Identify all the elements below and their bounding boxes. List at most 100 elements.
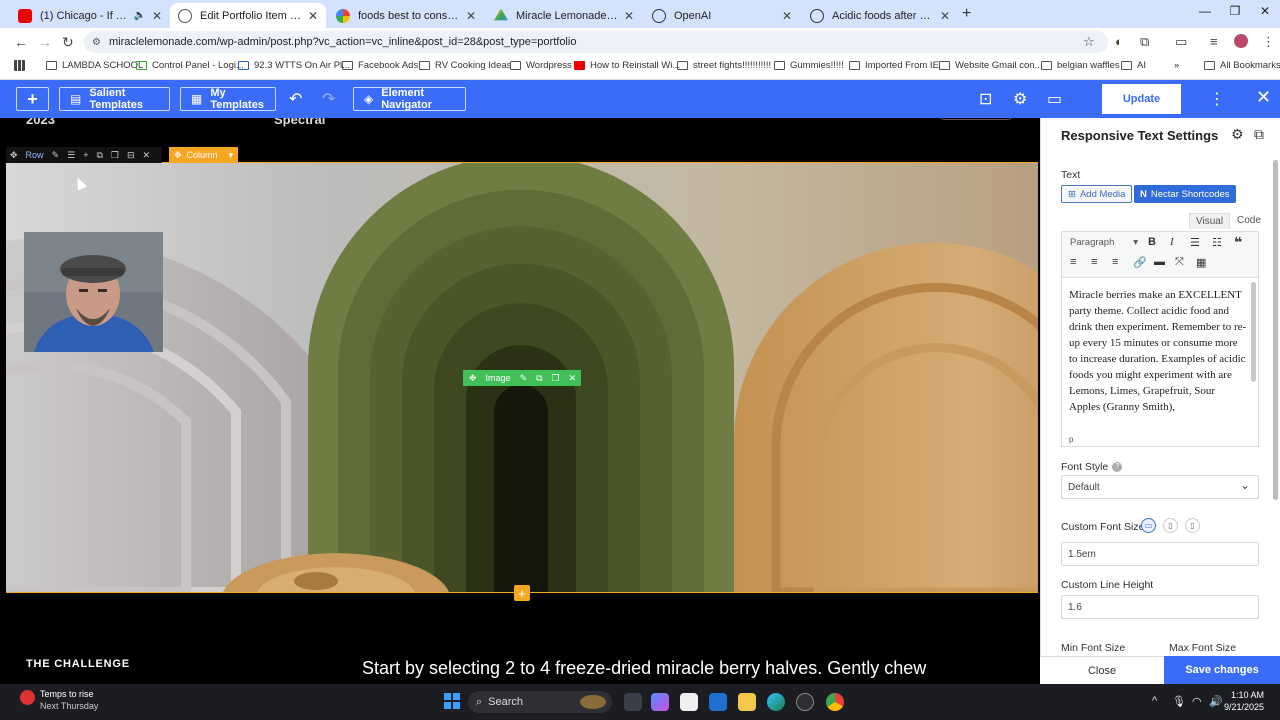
bookmark-item[interactable]: street fights!!!!!!!!!!!: [677, 60, 771, 71]
nectar-shortcodes-button[interactable]: N Nectar Shortcodes: [1134, 185, 1236, 203]
font-style-select[interactable]: Default: [1061, 475, 1259, 499]
clone-icon[interactable]: ⧉: [536, 373, 542, 384]
redo-icon[interactable]: ↷: [322, 89, 335, 109]
italic-icon[interactable]: I: [1170, 236, 1174, 248]
edge-icon[interactable]: [767, 693, 785, 711]
chatgpt-icon[interactable]: [796, 693, 814, 711]
paste-icon[interactable]: ⊟: [127, 150, 135, 161]
undo-icon[interactable]: ↶: [289, 89, 302, 109]
cast-icon[interactable]: ▭: [1175, 34, 1187, 50]
wifi-icon[interactable]: ◠: [1192, 695, 1202, 708]
windows-start-icon[interactable]: [444, 693, 460, 709]
text-editor[interactable]: Paragraph B I ☰ ☷ ❝ ≡ ≡ ≡ 🔗 ▬ ⤧ ▦ Miracl…: [1061, 231, 1259, 447]
more-options-icon[interactable]: ⋮: [1209, 89, 1225, 109]
bookmark-item[interactable]: How to Reinstall Wi...: [574, 60, 680, 71]
update-button[interactable]: Update: [1102, 84, 1181, 114]
apps-grid-icon[interactable]: [14, 60, 30, 71]
bookmark-item[interactable]: Gummies!!!!!: [774, 60, 844, 71]
row-layout-icon[interactable]: ☰: [67, 150, 75, 161]
file-explorer-icon[interactable]: [738, 693, 756, 711]
my-templates-button[interactable]: ▦ My Templates: [180, 87, 276, 111]
add-media-button[interactable]: ⊞ Add Media: [1061, 185, 1133, 203]
add-icon[interactable]: +: [83, 150, 88, 160]
close-tab-icon[interactable]: ✕: [308, 9, 318, 23]
tablet-device-icon[interactable]: ▯: [1163, 518, 1178, 533]
column-controls[interactable]: ✥ Column ▾: [169, 147, 238, 163]
bookmark-item[interactable]: Facebook Ads: [342, 60, 418, 71]
bookmark-item[interactable]: RV Cooking Ideas: [419, 60, 511, 71]
chrome-icon[interactable]: [826, 693, 844, 711]
mail-icon[interactable]: [709, 693, 727, 711]
tab-acidic-foods[interactable]: Acidic foods after berries ✕: [802, 3, 958, 28]
settings-gear-icon[interactable]: ⚙: [1013, 89, 1027, 109]
bulleted-list-icon[interactable]: ☰: [1190, 236, 1200, 249]
align-center-icon[interactable]: ≡: [1091, 256, 1097, 268]
move-icon[interactable]: ✥: [174, 150, 182, 161]
close-tab-icon[interactable]: ✕: [940, 9, 950, 23]
close-tab-icon[interactable]: ✕: [782, 9, 792, 23]
close-tab-icon[interactable]: ✕: [624, 9, 634, 23]
move-icon[interactable]: ✥: [10, 150, 18, 161]
bookmark-item[interactable]: AI: [1121, 60, 1146, 71]
numbered-list-icon[interactable]: ☷: [1212, 236, 1222, 249]
close-button[interactable]: Close: [1040, 656, 1164, 684]
editor-content[interactable]: Miracle berries make an EXCELLENT party …: [1062, 279, 1248, 435]
link-icon[interactable]: 🔗: [1133, 256, 1147, 269]
bookmark-item[interactable]: belgian waffles: [1041, 60, 1120, 71]
store-icon[interactable]: [680, 693, 698, 711]
seo-chart-icon[interactable]: ⊡: [979, 89, 992, 109]
speaker-icon[interactable]: 🔈: [133, 10, 145, 21]
responsive-preview-icon[interactable]: ▭: [1047, 89, 1062, 109]
add-element-below-button[interactable]: +: [514, 585, 530, 601]
restore-icon[interactable]: ❐: [1220, 4, 1250, 18]
minimize-icon[interactable]: —: [1190, 4, 1220, 18]
move-icon[interactable]: ✥: [469, 373, 477, 384]
tab-miracle-lemonade-drive[interactable]: Miracle Lemonade - Google Dr ✕: [486, 3, 642, 28]
add-element-button[interactable]: +: [16, 87, 49, 111]
address-bar[interactable]: ⚙ miraclelemonade.com/wp-admin/post.php?…: [84, 31, 1108, 53]
back-icon[interactable]: ←: [14, 34, 28, 50]
more-bookmarks-icon[interactable]: »: [1174, 60, 1179, 71]
tab-youtube-chicago[interactable]: (1) Chicago - If You Leave M 🔈 ✕: [10, 3, 170, 28]
element-navigator-button[interactable]: ◈ Element Navigator: [353, 87, 466, 111]
delete-icon[interactable]: ✕: [569, 373, 577, 384]
all-bookmarks[interactable]: All Bookmarks: [1204, 60, 1280, 71]
bookmark-item[interactable]: Control Panel - Logi...: [136, 60, 244, 71]
clone-icon[interactable]: ⧉: [96, 150, 102, 161]
minimize-panel-icon[interactable]: ⧉: [1254, 126, 1264, 143]
profile-avatar-icon[interactable]: [1234, 34, 1248, 48]
new-tab-icon[interactable]: +: [962, 5, 971, 23]
align-left-icon[interactable]: ≡: [1070, 256, 1076, 268]
tray-chevron-icon[interactable]: ^: [1152, 695, 1157, 707]
align-right-icon[interactable]: ≡: [1112, 256, 1118, 268]
bookmark-item[interactable]: Imported From IE: [849, 60, 939, 71]
desktop-device-icon[interactable]: ▭: [1141, 518, 1156, 533]
panel-scrollbar[interactable]: [1273, 160, 1278, 500]
close-editor-icon[interactable]: ✕: [1256, 87, 1271, 108]
save-changes-button[interactable]: Save changes: [1164, 656, 1280, 684]
delete-icon[interactable]: ✕: [143, 150, 151, 161]
weather-widget[interactable]: Temps to rise Next Thursday: [20, 688, 98, 712]
site-info-icon[interactable]: ⚙: [92, 37, 101, 48]
blockquote-icon[interactable]: ❝: [1234, 234, 1242, 251]
close-window-icon[interactable]: ✕: [1250, 4, 1280, 18]
toolbar-toggle-icon[interactable]: ▦: [1196, 256, 1206, 269]
tab-edit-portfolio[interactable]: Edit Portfolio Item with WPBak ✕: [170, 3, 326, 28]
bookmark-item[interactable]: Wordpress: [510, 60, 572, 71]
copy-icon[interactable]: ❐: [111, 150, 119, 161]
bookmark-item[interactable]: LAMBDA SCHOOL: [46, 60, 143, 71]
copy-icon[interactable]: ❐: [552, 373, 560, 384]
clock[interactable]: 1:10 AM 9/21/2025: [1224, 689, 1264, 713]
custom-line-height-input[interactable]: 1.6: [1061, 595, 1259, 619]
forward-icon[interactable]: →: [38, 34, 52, 50]
extensions-puzzle-icon[interactable]: ⧉: [1140, 34, 1149, 50]
read-more-icon[interactable]: ▬: [1154, 256, 1165, 268]
fullscreen-icon[interactable]: ⤧: [1175, 256, 1184, 269]
menu-kebab-icon[interactable]: ⋮: [1262, 34, 1275, 50]
custom-font-size-input[interactable]: 1.5em: [1061, 542, 1259, 566]
chevron-down-icon[interactable]: ▾: [228, 150, 233, 161]
editor-scrollbar[interactable]: [1251, 282, 1256, 382]
tab-visual[interactable]: Visual: [1189, 213, 1231, 229]
edit-pencil-icon[interactable]: ✎: [52, 150, 60, 161]
bookmark-star-icon[interactable]: ☆: [1083, 34, 1095, 50]
